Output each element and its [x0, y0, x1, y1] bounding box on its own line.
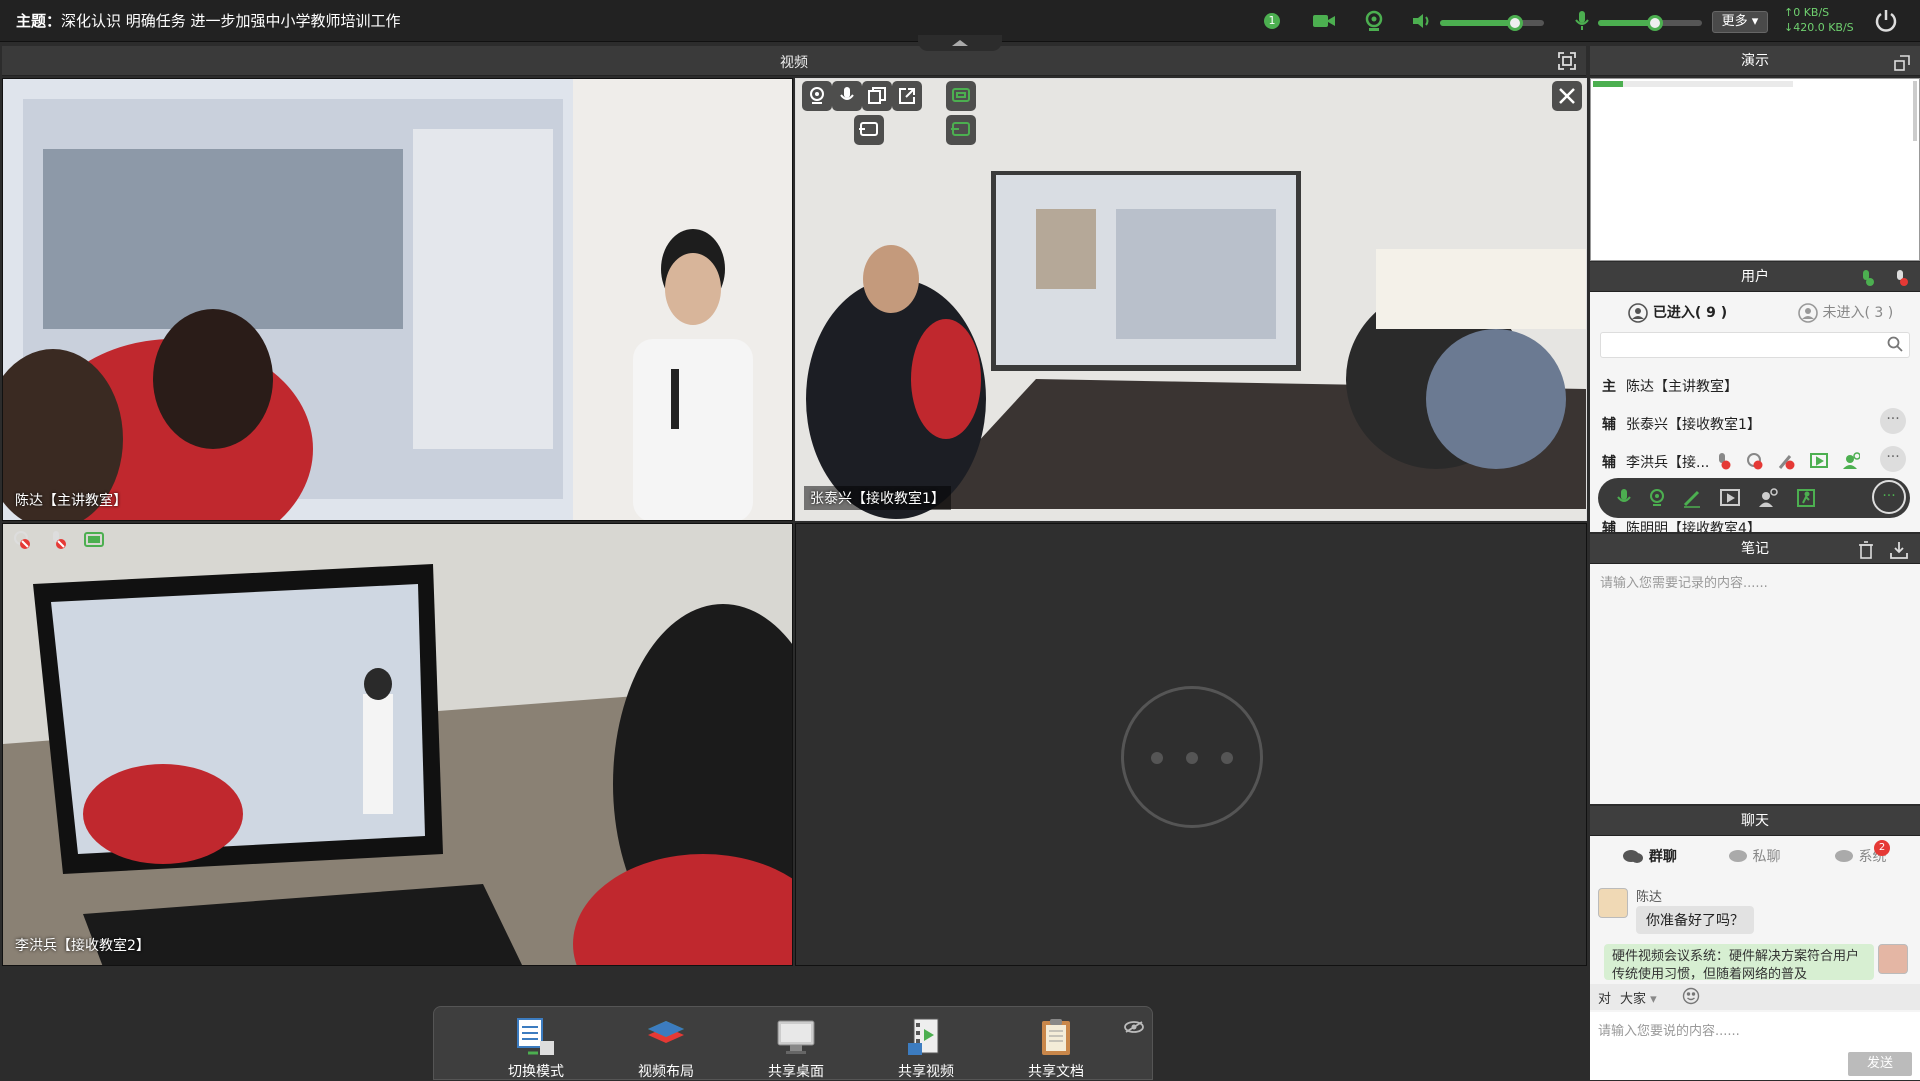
- message-sender: 陈达: [1636, 890, 1663, 905]
- video-label: 张泰兴【接收教室1】: [804, 486, 951, 510]
- search-icon[interactable]: [1887, 336, 1903, 356]
- message-bubble-own: 硬件视频会议系统：硬件解决方案符合用户传统使用习惯，但随着网络的普及: [1604, 944, 1874, 980]
- tab-private-chat[interactable]: 私聊: [1728, 846, 1780, 866]
- notification-badge-icon[interactable]: 1: [1260, 9, 1284, 33]
- presenter-icon[interactable]: [1810, 452, 1828, 474]
- chat-input[interactable]: 请输入您要说的内容...... 发送: [1590, 1012, 1920, 1080]
- avatar[interactable]: [1878, 944, 1908, 974]
- mic-volume-slider[interactable]: [1598, 15, 1702, 31]
- user-action-toolbar: ···: [1598, 478, 1910, 518]
- screen-share-icon[interactable]: [83, 530, 105, 554]
- video-cell-receiving-classroom-1[interactable]: 张泰兴【接收教室1】: [795, 78, 1587, 521]
- user-manage-icon[interactable]: [1758, 488, 1778, 512]
- video-cell-empty[interactable]: [795, 523, 1587, 966]
- video-cell-main-classroom[interactable]: 陈达【主讲教室】: [2, 78, 793, 521]
- screen-switch-icon[interactable]: [946, 115, 976, 145]
- switch-mode-button[interactable]: 切换模式: [491, 1017, 581, 1081]
- user-more-button[interactable]: ···: [1880, 446, 1906, 472]
- mic-control-icon[interactable]: [832, 81, 862, 111]
- tab-not-entered[interactable]: 未进入( 3 ): [1798, 302, 1893, 323]
- camera-icon[interactable]: [1312, 9, 1336, 33]
- clipboard-icon: [1036, 1017, 1076, 1057]
- user-row[interactable]: 主 陈达【主讲教室】: [1590, 366, 1920, 402]
- video-feed-main-classroom: [3, 79, 792, 520]
- avatar[interactable]: [1598, 888, 1628, 918]
- video-label: 陈达【主讲教室】: [15, 493, 127, 509]
- video-layout-button[interactable]: 视频布局: [621, 1017, 711, 1081]
- copy-screen-icon[interactable]: [862, 81, 892, 111]
- pop-out-icon[interactable]: [892, 81, 922, 111]
- video-feed-receiving-classroom-1: [796, 79, 1586, 520]
- notes-header: 笔记: [1590, 534, 1920, 564]
- hide-toolbar-icon[interactable]: [1124, 1019, 1144, 1038]
- emoji-icon[interactable]: [1682, 987, 1700, 1009]
- user-more-button[interactable]: ···: [1880, 408, 1906, 434]
- notes-textarea[interactable]: 请输入您需要记录的内容......: [1590, 564, 1920, 804]
- video-cell-receiving-classroom-2[interactable]: 李洪兵【接收教室2】: [2, 523, 793, 966]
- meeting-topic: 主题：深化认识 明确任务 进一步加强中小学教师培训工作: [16, 12, 401, 30]
- mic-disabled-icon[interactable]: [47, 530, 67, 554]
- upload-speed: ↑0 KB/S: [1784, 6, 1830, 19]
- demo-header: 演示: [1590, 46, 1920, 76]
- user-row[interactable]: 辅 陈明明【接收教室4】: [1590, 518, 1920, 532]
- chat-recipient-bar: 对 大家 ▾: [1590, 984, 1920, 1010]
- webcam-icon[interactable]: [1648, 488, 1666, 512]
- chat-tabs: 群聊 私聊 系统 2: [1590, 840, 1920, 868]
- video-panel-title: 视频: [780, 55, 808, 71]
- switch-mode-icon: [516, 1017, 556, 1057]
- pen-icon[interactable]: [1682, 488, 1702, 512]
- fullscreen-icon[interactable]: [1558, 52, 1576, 74]
- speaker-volume-slider[interactable]: [1440, 15, 1544, 31]
- user-row[interactable]: 辅 李洪兵【接... ···: [1590, 442, 1920, 478]
- share-video-button[interactable]: 共享视频: [881, 1017, 971, 1081]
- microphone-icon[interactable]: [1570, 9, 1594, 33]
- send-button[interactable]: 发送: [1848, 1052, 1912, 1076]
- film-icon: [906, 1017, 946, 1057]
- speaker-icon[interactable]: [1410, 9, 1434, 33]
- layers-icon: [646, 1017, 686, 1057]
- present-icon[interactable]: [1720, 488, 1740, 512]
- camera-disabled-icon[interactable]: [11, 530, 31, 554]
- camera-off-icon[interactable]: [1746, 452, 1764, 474]
- user-settings-icon[interactable]: [1842, 452, 1861, 474]
- share-desktop-button[interactable]: 共享桌面: [751, 1017, 841, 1081]
- monitor-icon: [776, 1017, 816, 1057]
- webcam-icon[interactable]: [1362, 9, 1386, 33]
- collapse-toolbar-tab[interactable]: [918, 35, 1002, 51]
- document-thumbnail: [1593, 81, 1793, 87]
- user-search-input[interactable]: [1600, 332, 1910, 358]
- demo-document-area[interactable]: [1590, 78, 1920, 261]
- document-scrollbar[interactable]: [1913, 81, 1917, 141]
- video-label: 李洪兵【接收教室2】: [15, 938, 150, 954]
- more-button[interactable]: 更多 ▾: [1712, 11, 1768, 33]
- user-row[interactable]: 辅 张泰兴【接收教室1】 ···: [1590, 404, 1920, 440]
- screen-share-on-icon[interactable]: [946, 81, 976, 111]
- tab-system[interactable]: 系统 2: [1834, 840, 1890, 866]
- share-document-button[interactable]: 共享文档: [1011, 1017, 1101, 1081]
- close-icon[interactable]: [1552, 81, 1582, 111]
- users-header: 用户: [1590, 262, 1920, 292]
- webcam-control-icon[interactable]: [802, 81, 832, 111]
- tab-group-chat[interactable]: 群聊: [1622, 846, 1677, 866]
- loading-indicator: [1121, 686, 1263, 828]
- download-speed: ↓420.0 KB/S: [1784, 21, 1854, 34]
- screen-capture-icon[interactable]: [854, 115, 884, 145]
- system-badge: 2: [1874, 840, 1890, 856]
- mic-off-icon[interactable]: [1714, 452, 1732, 474]
- video-panel-header: 视频: [2, 46, 1586, 76]
- users-tabs: 已进入( 9 ) 未进入( 3 ): [1590, 302, 1920, 324]
- pen-off-icon[interactable]: [1778, 452, 1796, 474]
- message-bubble: 你准备好了吗？: [1636, 906, 1754, 934]
- tab-entered[interactable]: 已进入( 9 ): [1628, 302, 1727, 323]
- bottom-toolbar: 切换模式 视频布局 共享桌面 共享视频 共享文档: [433, 1006, 1153, 1080]
- kick-user-icon[interactable]: [1796, 488, 1816, 512]
- recipient-select[interactable]: 大家 ▾: [1620, 988, 1657, 1007]
- mic-icon[interactable]: [1616, 488, 1632, 512]
- power-icon[interactable]: [1872, 7, 1900, 35]
- video-feed-receiving-classroom-2: [3, 524, 792, 965]
- chat-header: 聊天: [1590, 806, 1920, 836]
- more-actions-button[interactable]: ···: [1872, 480, 1906, 514]
- chat-panel: 群聊 私聊 系统 2 陈达 你准备好了吗？ 硬件视频会议系统：硬件解决方案符合用…: [1590, 836, 1920, 1080]
